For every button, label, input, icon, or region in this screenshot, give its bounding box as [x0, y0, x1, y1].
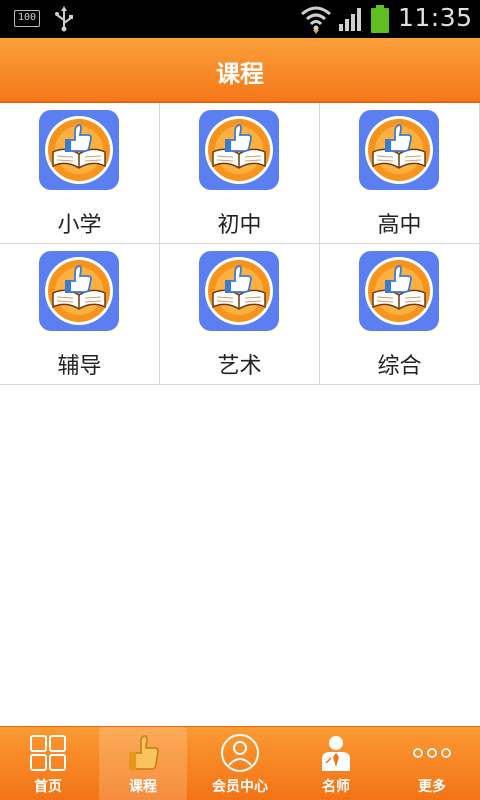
thumbs-up-book-icon	[359, 251, 439, 331]
tab-more[interactable]: 更多	[388, 727, 476, 800]
page-title: 课程	[216, 60, 264, 88]
tab-label: 会员中心	[212, 779, 268, 795]
category-arts[interactable]: 艺术	[160, 244, 320, 384]
battery-icon	[371, 5, 389, 33]
status-clock: 11:35	[398, 3, 473, 32]
grid-row: 小学 初中 高中	[0, 103, 480, 244]
thumbs-up-book-icon	[39, 110, 119, 190]
signal-icon	[339, 8, 361, 31]
more-icon	[413, 748, 451, 758]
tab-label: 课程	[129, 779, 157, 795]
tab-courses[interactable]: 课程	[99, 727, 187, 800]
thumbs-up-book-icon	[199, 110, 279, 190]
category-junior-high[interactable]: 初中	[160, 103, 320, 243]
category-label: 辅导	[57, 354, 102, 379]
category-label: 艺术	[217, 354, 262, 379]
bottom-tab-bar: 首页 课程 会员中心 名师 更多	[0, 726, 480, 800]
tab-label: 名师	[322, 779, 350, 795]
category-senior-high[interactable]: 高中	[320, 103, 480, 243]
category-label: 高中	[377, 213, 422, 238]
user-icon	[221, 734, 259, 772]
title-bar: 课程	[0, 38, 480, 103]
tab-label: 更多	[418, 779, 446, 795]
thumbs-up-icon	[129, 735, 159, 770]
category-primary-school[interactable]: 小学	[0, 103, 160, 243]
category-general[interactable]: 综合	[320, 244, 480, 384]
category-label: 综合	[377, 354, 422, 379]
category-label: 初中	[217, 213, 262, 238]
thumbs-up-book-icon	[39, 251, 119, 331]
tab-home[interactable]: 首页	[4, 727, 92, 800]
tab-teachers[interactable]: 名师	[292, 727, 380, 800]
thumbs-up-book-icon	[359, 110, 439, 190]
battery-percent-icon: 100	[14, 10, 40, 27]
status-bar: 100 11:35	[0, 0, 480, 38]
category-label: 小学	[57, 213, 102, 238]
grid-icon	[30, 735, 66, 771]
teacher-icon	[322, 736, 350, 771]
tab-member-center[interactable]: 会员中心	[194, 727, 286, 800]
thumbs-up-book-icon	[199, 251, 279, 331]
wifi-icon	[301, 6, 331, 34]
tab-label: 首页	[34, 779, 62, 795]
grid-row: 辅导 艺术 综合	[0, 244, 480, 385]
category-grid: 小学 初中 高中 辅导 艺术 综合	[0, 103, 480, 385]
usb-icon	[55, 6, 73, 32]
category-tutoring[interactable]: 辅导	[0, 244, 160, 384]
